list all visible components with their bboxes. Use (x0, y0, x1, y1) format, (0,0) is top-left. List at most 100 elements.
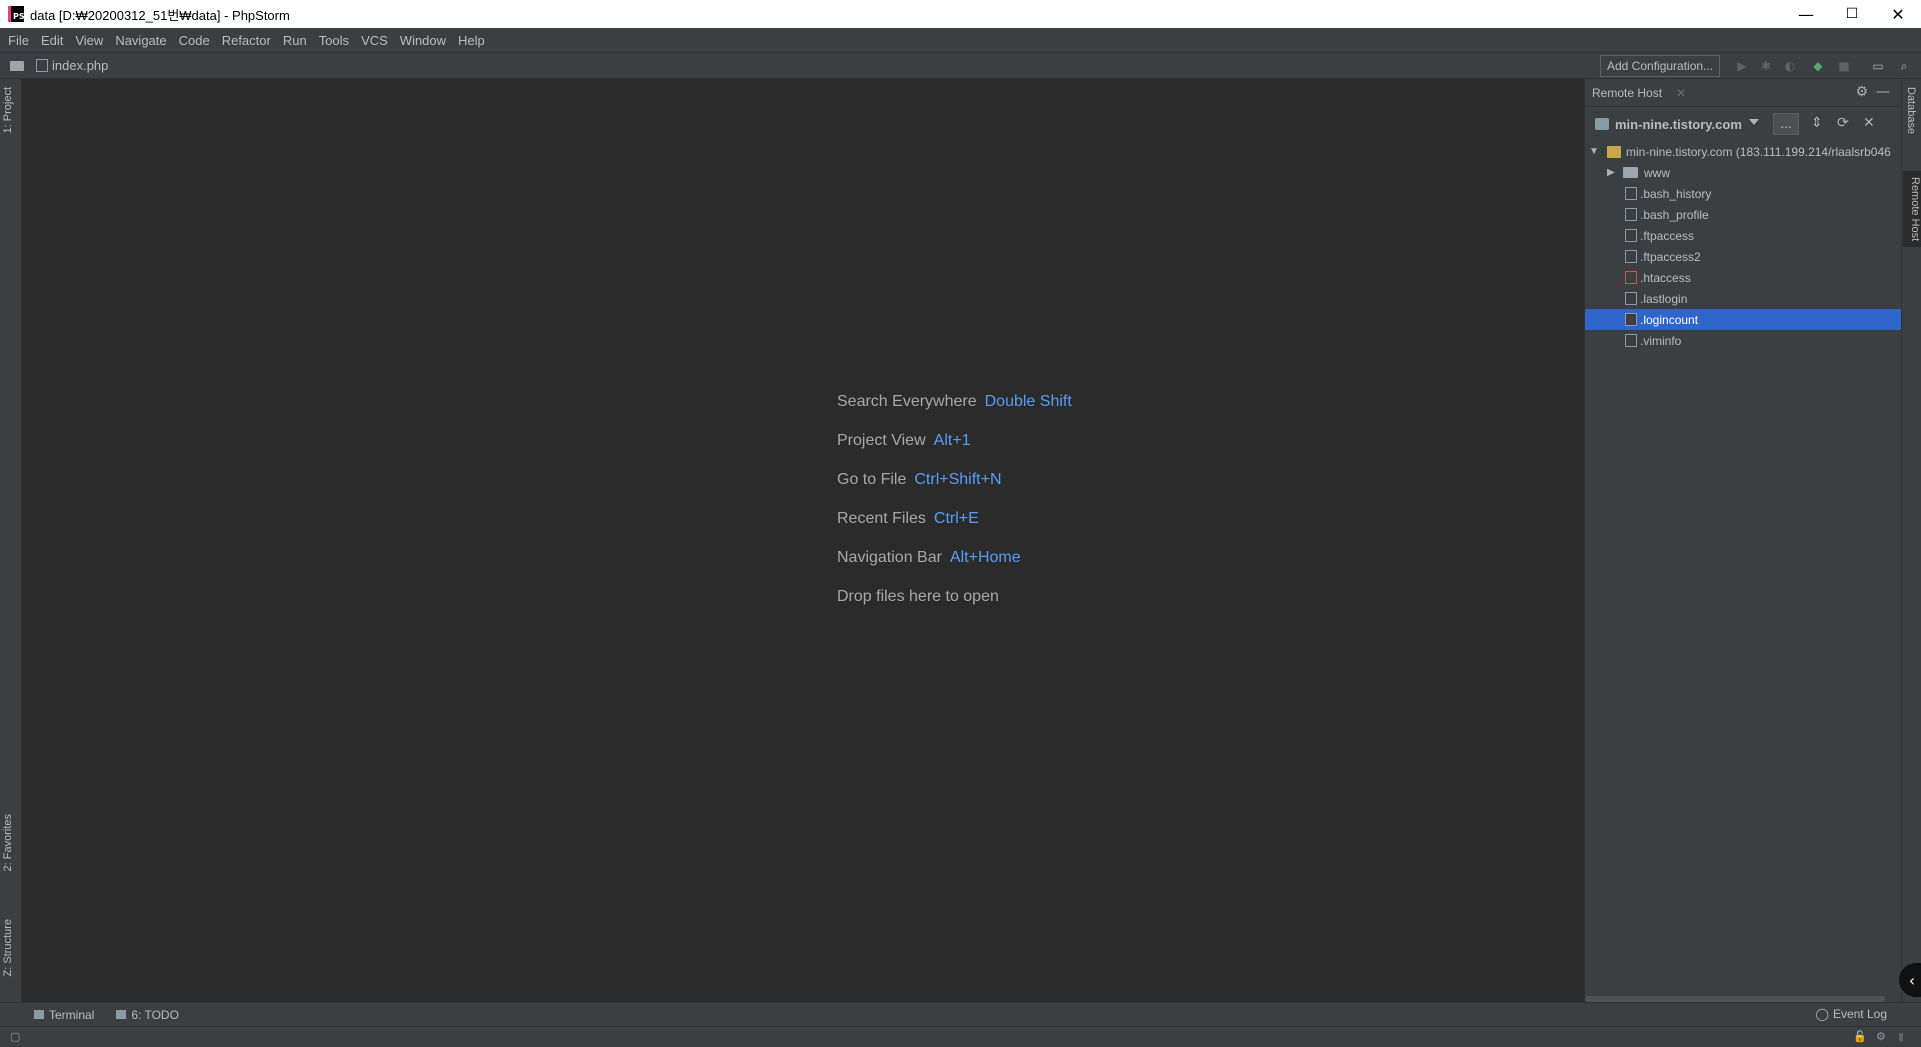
tab-remote-host[interactable]: Remote Host (1903, 171, 1921, 248)
menu-refactor[interactable]: Refactor (216, 33, 277, 48)
list-item[interactable]: .lastlogin (1585, 288, 1902, 309)
phpstorm-window: PS data [D:₩20200312_51번₩data] - PhpStor… (0, 0, 1921, 1047)
menu-vcs[interactable]: VCS (355, 33, 394, 48)
file-icon (1625, 250, 1637, 263)
file-icon (1625, 313, 1637, 326)
git-icon[interactable]: ⚙ (1876, 1030, 1886, 1043)
expand-arrow-icon[interactable]: ▼ (1589, 146, 1601, 157)
terminal-icon (34, 1010, 44, 1019)
profile-icon[interactable]: ◆ (1810, 58, 1826, 74)
editor-area[interactable]: Search Everywhere Double Shift Project Vi… (22, 79, 1584, 1002)
gear-icon[interactable]: ⚙ (1855, 84, 1868, 100)
tab-structure[interactable]: Z: Structure (2, 919, 14, 976)
tab-event-log[interactable]: ◯ Event Log (1816, 1007, 1887, 1021)
tree-item-label: .ftpaccess (1640, 228, 1695, 243)
tab-database[interactable]: Database (1905, 87, 1917, 134)
hint-go-to-file: Go to File Ctrl+Shift+N (837, 471, 1002, 488)
phpstorm-app-icon: PS (8, 6, 25, 22)
maximize-button[interactable]: ☐ (1829, 0, 1875, 28)
tab-favorites[interactable]: 2: Favorites (2, 814, 14, 871)
window-title: data [D:₩20200312_51번₩data] - PhpStorm (30, 7, 290, 23)
tab-todo[interactable]: 6: TODO (116, 1008, 179, 1022)
memory-icon[interactable]: ▮ (1898, 1030, 1904, 1043)
menu-window[interactable]: Window (394, 33, 452, 48)
tree-folder-www[interactable]: ▶ www (1585, 162, 1902, 183)
project-structure-icon[interactable]: ▭ (1870, 58, 1886, 74)
tab-event-log-label: Event Log (1832, 1007, 1887, 1021)
refresh-icon[interactable]: ⟳ (1837, 115, 1849, 131)
editor-hints: Search Everywhere Double Shift Project Vi… (837, 393, 1072, 627)
tree-item-label: .logincount (1640, 312, 1699, 327)
minimize-button[interactable]: — (1783, 0, 1829, 28)
bottom-tool-bar: Terminal 6: TODO ◯ Event Log (0, 1002, 1921, 1026)
hint-project-view: Project View Alt+1 (837, 432, 971, 449)
list-item[interactable]: .ftpaccess (1585, 225, 1902, 246)
breadcrumb[interactable]: index.php (36, 58, 108, 73)
add-configuration-button[interactable]: Add Configuration... (1600, 55, 1721, 77)
list-item[interactable]: .ftpaccess2 (1585, 246, 1902, 267)
run-icon[interactable]: ▶ (1734, 58, 1750, 74)
remote-host-header: Remote Host ✕ ⚙ — (1585, 79, 1902, 107)
close-tab-icon[interactable]: ✕ (1676, 86, 1686, 100)
host-selector[interactable]: min-nine.tistory.com (1615, 117, 1742, 132)
tree-item-label: .htaccess (1640, 270, 1691, 285)
list-item[interactable]: .viminfo (1585, 330, 1902, 351)
menu-tools[interactable]: Tools (313, 33, 355, 48)
debug-icon[interactable]: ✱ (1758, 58, 1774, 74)
toggle-tool-windows-icon[interactable]: ▢ (10, 1030, 20, 1043)
collapse-all-icon[interactable]: ⇕ (1811, 115, 1823, 131)
tab-project[interactable]: 1: Project (2, 87, 14, 133)
menu-code[interactable]: Code (173, 33, 216, 48)
folder-icon[interactable] (10, 60, 24, 71)
menu-view[interactable]: View (69, 33, 109, 48)
tab-terminal-label: Terminal (49, 1007, 95, 1022)
file-icon (1625, 334, 1637, 347)
menu-bar: File Edit View Navigate Code Refactor Ru… (0, 28, 1921, 52)
file-icon (1625, 187, 1637, 200)
hint-search-everywhere: Search Everywhere Double Shift (837, 393, 1072, 410)
menu-navigate[interactable]: Navigate (109, 33, 172, 48)
tree-root[interactable]: ▼ min-nine.tistory.com (183.111.199.214/… (1585, 141, 1902, 162)
tab-todo-label: 6: TODO (131, 1007, 179, 1022)
list-item[interactable]: .bash_profile (1585, 204, 1902, 225)
stop-icon[interactable]: ■ (1836, 58, 1852, 74)
coverage-icon[interactable]: ◐ (1782, 58, 1798, 74)
todo-list-icon (116, 1010, 127, 1019)
htaccess-file-icon (1625, 271, 1637, 284)
remote-host-panel: Remote Host ✕ ⚙ — min-nine.tistory.com .… (1584, 79, 1902, 1002)
navigation-bar: index.php Add Configuration... ▶ ✱ ◐ ◆ ■… (0, 52, 1921, 79)
status-bar: ▢ 🔓 ⚙ ▮ (0, 1026, 1921, 1047)
breadcrumb-file[interactable]: index.php (52, 58, 108, 73)
file-icon (1625, 292, 1637, 305)
close-window-button[interactable]: ✕ (1875, 0, 1921, 28)
menu-run[interactable]: Run (277, 33, 313, 48)
search-icon[interactable]: ⌕ (1896, 58, 1912, 74)
remote-file-tree: ▼ min-nine.tistory.com (183.111.199.214/… (1585, 141, 1902, 351)
menu-edit[interactable]: Edit (35, 33, 69, 48)
file-icon (1625, 229, 1637, 242)
close-icon[interactable]: ✕ (1863, 115, 1875, 131)
menu-help[interactable]: Help (452, 33, 491, 48)
list-item[interactable]: .bash_history (1585, 183, 1902, 204)
hint-navigation-bar: Navigation Bar Alt+Home (837, 549, 1021, 566)
menu-file[interactable]: File (2, 33, 35, 48)
left-tool-strip: 1: Project 2: Favorites Z: Structure (0, 79, 22, 1002)
browse-button[interactable]: ... (1773, 113, 1799, 135)
hint-drop-files: Drop files here to open (837, 588, 999, 605)
tree-item-label: .viminfo (1640, 333, 1682, 348)
tree-item-label: .bash_profile (1640, 207, 1709, 222)
lock-icon[interactable]: 🔓 (1853, 1030, 1867, 1043)
tab-terminal[interactable]: Terminal (34, 1008, 94, 1022)
collapse-arrow-icon[interactable]: ▶ (1607, 167, 1619, 178)
list-item[interactable]: .htaccess (1585, 267, 1902, 288)
tree-item-label: .lastlogin (1640, 291, 1688, 306)
tree-item-label: www (1644, 165, 1670, 180)
folder-icon (1623, 167, 1638, 178)
remote-host-title[interactable]: Remote Host (1592, 86, 1662, 100)
tree-item-label: .bash_history (1640, 186, 1712, 201)
file-icon (1625, 208, 1637, 221)
tree-item-label: .ftpaccess2 (1640, 249, 1701, 264)
hide-panel-icon[interactable]: — (1876, 84, 1890, 100)
chevron-down-icon[interactable] (1749, 119, 1759, 125)
list-item-selected[interactable]: .logincount (1585, 309, 1902, 330)
